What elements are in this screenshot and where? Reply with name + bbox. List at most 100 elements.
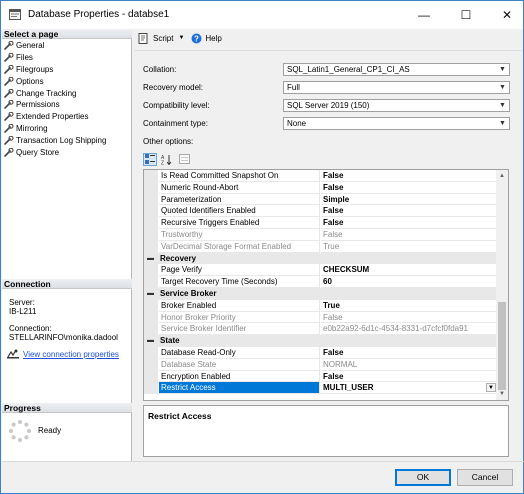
property-value[interactable]: MULTI_USER ▼ (321, 382, 498, 395)
chevron-down-icon[interactable]: ▼ (486, 383, 496, 393)
property-row[interactable]: Encryption Enabled False (144, 370, 498, 383)
property-category[interactable]: ▬ Recovery (144, 252, 498, 265)
collapse-toggle-icon[interactable]: ▬ (147, 288, 154, 300)
property-value[interactable]: NORMAL (321, 359, 498, 371)
page-list: General Files Filegroups Options Change Trac… (4, 40, 130, 158)
page-item-transaction-log-shipping[interactable]: Transaction Log Shipping (4, 134, 130, 146)
property-name: Quoted Identifiers Enabled (159, 205, 320, 218)
property-row[interactable]: Trustworthy False (144, 228, 498, 241)
page-item-mirroring[interactable]: Mirroring (4, 123, 130, 135)
property-value[interactable]: True (321, 300, 498, 312)
property-category[interactable]: ▬ State (144, 335, 498, 347)
recovery-model-select[interactable]: Full ▼ (283, 81, 510, 94)
property-value-text: True (323, 300, 340, 310)
property-row[interactable]: Restrict Access MULTI_USER ▼ (144, 382, 498, 395)
property-value[interactable]: Simple (321, 194, 498, 206)
script-label: Script (153, 33, 174, 43)
property-value[interactable]: False (321, 347, 498, 359)
property-category[interactable]: ▬ Service Broker (144, 287, 498, 300)
property-name: Encryption Enabled (159, 370, 320, 383)
maximize-button[interactable]: ☐ (449, 1, 483, 29)
page-item-query-store[interactable]: Query Store (4, 146, 130, 158)
page-item-change-tracking[interactable]: Change Tracking (4, 87, 130, 99)
page-item-label: Extended Properties (16, 112, 89, 122)
help-button[interactable]: ? Help (191, 33, 222, 44)
scroll-down-arrow-icon[interactable]: ▼ (496, 388, 508, 400)
property-value-text: MULTI_USER (323, 383, 374, 393)
property-row[interactable]: Target Recovery Time (Seconds) 60 (144, 276, 498, 288)
page-item-label: Files (16, 53, 33, 63)
row-gutter (144, 181, 158, 194)
property-value[interactable]: False (321, 182, 498, 194)
property-row[interactable]: Quoted Identifiers Enabled False (144, 205, 498, 218)
property-value[interactable]: False (321, 170, 498, 182)
scrollbar-thumb[interactable] (498, 302, 506, 390)
property-row[interactable]: Database State NORMAL (144, 358, 498, 371)
property-name: Trustworthy (159, 228, 320, 241)
svg-text:Z: Z (161, 160, 164, 165)
property-description-panel: Restrict Access (143, 405, 509, 457)
property-grid-scrollbar[interactable]: ▲ ▼ (496, 170, 508, 400)
collapse-toggle-icon[interactable]: ▬ (147, 335, 154, 347)
property-value[interactable]: False (321, 205, 498, 218)
property-pages-button[interactable] (177, 153, 191, 166)
page-item-filegroups[interactable]: Filegroups (4, 64, 130, 76)
property-value[interactable]: False (321, 229, 498, 241)
page-item-permissions[interactable]: Permissions (4, 99, 130, 111)
property-grid-toolbar: A Z (143, 152, 203, 166)
property-row[interactable]: VarDecimal Storage Format Enabled True (144, 240, 498, 253)
alphabetical-view-button[interactable]: A Z (160, 153, 174, 166)
chevron-down-icon: ▼ (499, 102, 506, 109)
collation-label: Collation: (143, 65, 177, 74)
property-value[interactable]: e0b22a92-6d1c-4534-8331-d7cfcf0fda91 (321, 323, 498, 336)
page-item-files[interactable]: Files (4, 52, 130, 64)
property-value-text: False (323, 182, 344, 192)
property-value[interactable]: False (321, 217, 498, 229)
property-value[interactable]: CHECKSUM (321, 264, 498, 277)
page-item-general[interactable]: General (4, 40, 130, 52)
property-value[interactable]: 60 (321, 276, 498, 288)
collapse-toggle-icon[interactable]: ▬ (147, 253, 154, 265)
chevron-down-icon: ▼ (499, 84, 506, 91)
property-row[interactable]: Honor Broker Priority False (144, 311, 498, 324)
property-value[interactable]: True (321, 241, 498, 253)
compatibility-level-select[interactable]: SQL Server 2019 (150) ▼ (283, 99, 510, 112)
page-item-label: Permissions (16, 100, 60, 110)
property-value[interactable]: False (321, 371, 498, 383)
row-gutter (144, 311, 158, 324)
scroll-up-arrow-icon[interactable]: ▲ (496, 170, 508, 182)
property-value-text: True (323, 241, 340, 251)
page-item-extended-properties[interactable]: Extended Properties (4, 111, 130, 123)
property-row[interactable]: Page Verify CHECKSUM (144, 264, 498, 277)
categorized-view-button[interactable] (143, 152, 157, 166)
minimize-button[interactable]: — (407, 1, 441, 29)
property-row[interactable]: Recursive Triggers Enabled False (144, 217, 498, 229)
chevron-down-icon: ▼ (499, 120, 506, 127)
view-connection-properties-link[interactable]: View connection properties (23, 350, 119, 359)
property-name: Numeric Round-Abort (159, 181, 320, 194)
property-row[interactable]: Parameterization Simple (144, 193, 498, 206)
property-name: Recursive Triggers Enabled (159, 217, 320, 229)
property-row[interactable]: Service Broker Identifier e0b22a92-6d1c-4… (144, 323, 498, 336)
close-button[interactable]: ✕ (490, 1, 524, 29)
property-grid-rows: Is Read Committed Snapshot On False Numeri… (144, 170, 498, 395)
property-value-text: Simple (323, 194, 350, 204)
property-row[interactable]: Broker Enabled True (144, 299, 498, 312)
property-row[interactable]: Numeric Round-Abort False (144, 181, 498, 194)
row-gutter (144, 358, 158, 371)
collation-select[interactable]: SQL_Latin1_General_CP1_CI_AS ▼ (283, 63, 510, 76)
connection-header: Connection (2, 279, 132, 289)
cancel-button[interactable]: Cancel (457, 469, 513, 486)
containment-type-select[interactable]: None ▼ (283, 117, 510, 130)
property-name: Honor Broker Priority (159, 311, 320, 324)
ok-button[interactable]: OK (395, 469, 451, 486)
property-row[interactable]: Database Read-Only False (144, 346, 498, 359)
property-row[interactable]: Is Read Committed Snapshot On False (144, 170, 498, 182)
select-page-header: Select a page (2, 29, 132, 39)
script-button[interactable]: Script ▼ (138, 32, 184, 44)
page-item-options[interactable]: Options (4, 75, 130, 87)
window-title: Database Properties - databse1 (28, 9, 170, 20)
property-name: Parameterization (159, 193, 320, 206)
connection-label: Connection: (9, 324, 52, 333)
property-value[interactable]: False (321, 312, 498, 324)
